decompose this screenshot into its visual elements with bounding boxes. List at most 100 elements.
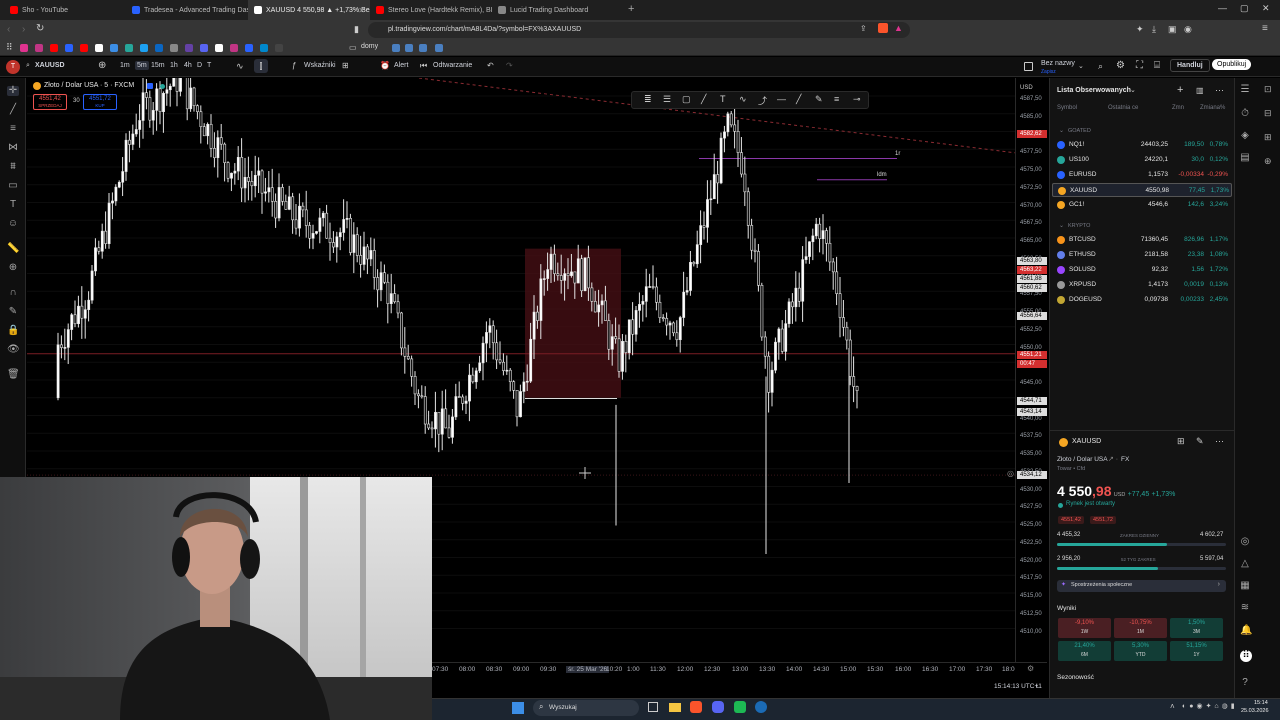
undo-icon[interactable]: ↶ (487, 61, 494, 70)
watchlist-row[interactable]: XRPUSD 1,4173 0,0019 0,13% (1052, 278, 1232, 292)
calendar-icon[interactable]: ▦ (1240, 581, 1250, 591)
bookmark-icon[interactable] (260, 44, 268, 52)
floating-tool-icon[interactable]: T (720, 94, 726, 104)
quick-search-icon[interactable]: ⌕ (1098, 61, 1103, 72)
url-field[interactable]: pl.tradingview.com/chart/mA8L4Da/?symbol… (368, 22, 910, 38)
snapshot-icon[interactable]: ⌸ (1154, 60, 1160, 71)
floating-tool-icon[interactable]: ▢ (682, 94, 691, 105)
taskbar-date[interactable]: 25.03.2026 (1241, 708, 1269, 714)
watchlist-row[interactable]: DOGEUSD 0,09738 0,00233 2,45% (1052, 293, 1232, 307)
discord-icon[interactable] (712, 701, 724, 713)
external-link-icon[interactable]: ↗ · (1108, 455, 1118, 463)
bookmark-icon[interactable] (110, 44, 118, 52)
redo-icon[interactable]: ↷ (506, 61, 513, 70)
alerts-clock-icon[interactable]: ⏱ (1240, 109, 1250, 119)
text-tool-icon[interactable]: T (7, 200, 19, 210)
details-more-icon[interactable]: ⋯ (1215, 436, 1224, 447)
browser-tab[interactable]: XAUUSD 4 550,98 ▲ +1,73% Bez ✕ (248, 0, 370, 20)
bookmark-icon[interactable] (140, 44, 148, 52)
watchlist-chevron-icon[interactable]: ⌄ (1130, 86, 1136, 94)
watchlist-row[interactable]: NQ1! 24403,25 189,50 0,78% (1052, 138, 1232, 152)
trend-line[interactable] (418, 78, 1015, 154)
performance-cell[interactable]: 5,30% YTD (1114, 641, 1167, 661)
bookmark-icon[interactable] (245, 44, 253, 52)
annotation-label[interactable]: 1r (895, 151, 900, 157)
ruler-tool-icon[interactable]: 📏 (7, 244, 19, 254)
ask-badge[interactable]: 4551,72 (1090, 516, 1116, 524)
fib-tool-icon[interactable]: ≡ (7, 124, 19, 134)
log-scale-toggle[interactable]: L (1036, 683, 1040, 690)
bookmark-icon[interactable] (80, 44, 88, 52)
hide-drawings-icon[interactable]: 👁 (7, 345, 20, 355)
publish-button[interactable]: Opublikuj (1212, 59, 1252, 70)
close-tab-icon[interactable]: ✕ (358, 6, 365, 15)
watchlist-column-header[interactable]: Zmn (1172, 105, 1184, 111)
watchlist-row[interactable]: SOLUSD 92,32 1,56 1,72% (1052, 263, 1232, 277)
downloads-icon[interactable]: ⤓ (1152, 24, 1156, 35)
replay-button[interactable]: Odtwarzanie (433, 62, 472, 69)
interval-T[interactable]: T (207, 62, 211, 69)
bookmark-icon[interactable] (155, 44, 163, 52)
zoom-tool-icon[interactable]: ⊕ (7, 263, 19, 273)
bookmark-icon[interactable] (185, 44, 193, 52)
watchlist-column-header[interactable]: Symbol (1057, 105, 1077, 111)
details-name[interactable]: Złoto / Dolar USA (1057, 456, 1108, 463)
browser-sidebar-icon[interactable]: ⊟ (1264, 108, 1272, 119)
layout-menu-chevron-icon[interactable]: ⌄ (1078, 62, 1084, 70)
details-grid-icon[interactable]: ⊞ (1177, 436, 1185, 447)
delete-drawings-icon[interactable]: 🗑 (7, 370, 20, 380)
maximize-icon[interactable]: ▢ (1240, 3, 1249, 14)
browser-sidebar-icon[interactable]: ⊕ (1264, 156, 1272, 167)
minimize-icon[interactable]: — (1218, 3, 1227, 13)
interval-5m[interactable]: 5m (135, 61, 149, 70)
bookmark-icon[interactable] (35, 44, 43, 52)
back-icon[interactable]: ‹ (7, 24, 10, 35)
interval-4h[interactable]: 4h (184, 62, 192, 69)
floating-tool-icon[interactable]: ∿ (739, 94, 747, 105)
profile-icon[interactable]: ◉ (1184, 24, 1192, 35)
scroll-to-realtime-icon[interactable]: ◎ (1007, 469, 1014, 478)
bid-badge[interactable]: 4551,42 (1058, 516, 1084, 524)
tradingview-logo-icon[interactable]: T (6, 60, 20, 74)
floating-tool-icon[interactable]: ╱ (796, 94, 801, 105)
extensions-icon[interactable]: ✦ (1136, 24, 1144, 35)
bookmark-icon[interactable] (200, 44, 208, 52)
bookmark-page-icon[interactable]: ▮ (354, 24, 359, 35)
watchlist-column-header[interactable]: Zmiana% (1200, 105, 1225, 111)
floating-tool-icon[interactable]: ⤴ (758, 94, 767, 107)
bookmark-icon[interactable] (50, 44, 58, 52)
order-block-zone[interactable] (525, 248, 621, 398)
chart-type-icon[interactable]: ∿ (236, 61, 244, 72)
community-insights-button[interactable]: ✦ Spostrzeżenia społeczne › (1057, 580, 1226, 592)
bookmark-icon[interactable] (170, 44, 178, 52)
target-icon[interactable]: ◎ (1240, 537, 1250, 547)
bookmark-icon[interactable] (392, 44, 400, 52)
details-symbol[interactable]: XAUUSD (1072, 438, 1101, 445)
watchlist-section-title[interactable]: KRYPTO (1068, 223, 1090, 229)
fullscreen-icon[interactable]: ⛶ (1136, 60, 1143, 71)
pattern-tool-icon[interactable]: ⋈ (7, 143, 19, 153)
floating-tool-icon[interactable]: — (777, 94, 786, 104)
performance-cell[interactable]: 51,15% 1Y (1170, 641, 1223, 661)
bookmark-icon[interactable] (230, 44, 238, 52)
bookmark-icon[interactable] (20, 44, 28, 52)
settings-icon[interactable]: ⚙ (1116, 60, 1125, 71)
stay-drawing-icon[interactable]: ✎ (7, 307, 19, 317)
price-scale[interactable]: 4587,504585,004580,004577,504575,004572,… (1015, 78, 1047, 662)
steam-icon[interactable] (755, 701, 767, 713)
buy-button[interactable]: 4551,72 KUP (83, 94, 117, 110)
performance-cell[interactable]: -9,10% 1W (1058, 618, 1111, 638)
bookmark-icon[interactable] (435, 44, 443, 52)
new-tab-button[interactable]: + (628, 3, 634, 15)
interval-D[interactable]: D (197, 62, 202, 69)
watchlist-row[interactable]: EURUSD 1,1573 -0,00334 -0,29% (1052, 168, 1232, 182)
brave-rewards-icon[interactable]: ▲ (894, 23, 903, 33)
watchlist-section-title[interactable]: GOATED (1068, 128, 1091, 134)
notifications-icon[interactable]: 🔔 (1240, 626, 1252, 636)
hot-icon[interactable]: △ (1240, 559, 1250, 569)
browser-sidebar-icon[interactable]: ⊡ (1264, 84, 1272, 95)
floating-tool-icon[interactable]: ╱ (701, 94, 706, 105)
performance-cell[interactable]: -10,75% 1M (1114, 618, 1167, 638)
brave-icon[interactable] (690, 701, 702, 713)
details-edit-icon[interactable]: ✎ (1196, 436, 1204, 447)
